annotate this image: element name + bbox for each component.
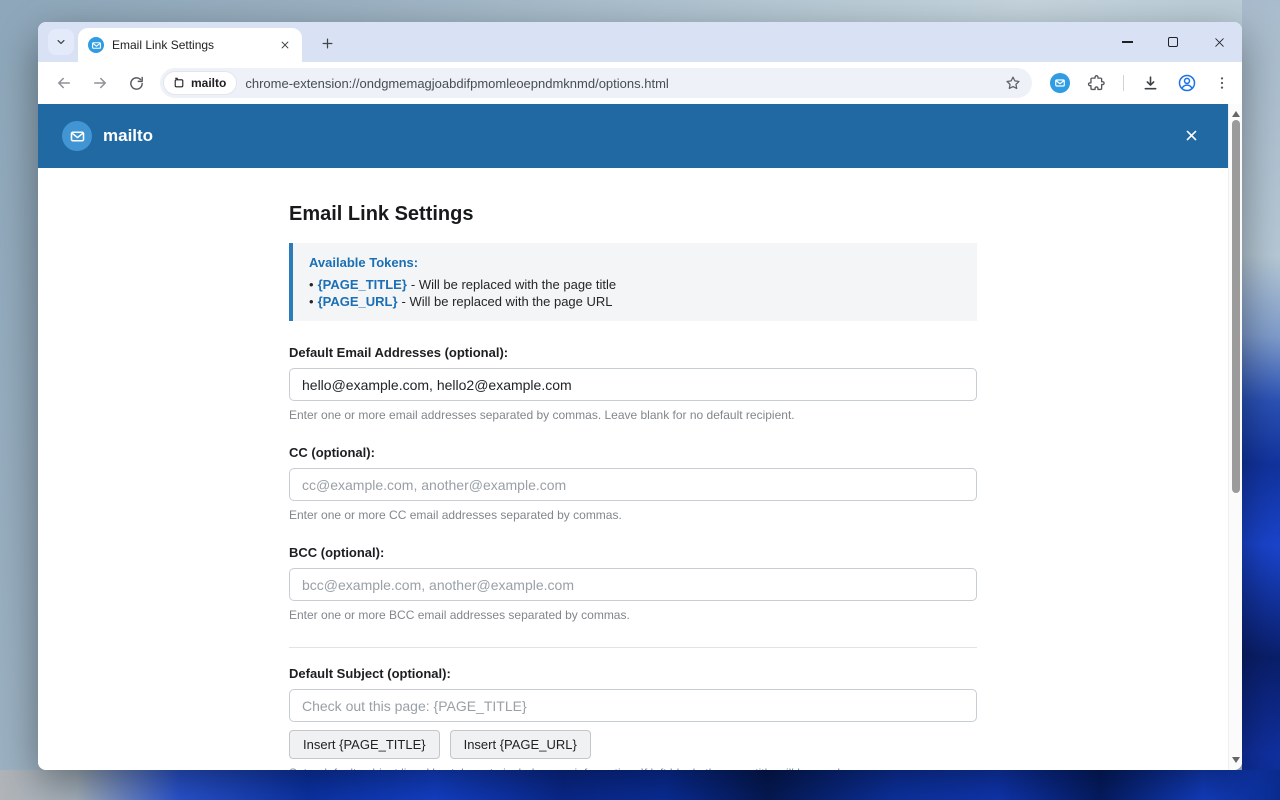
page-title: Email Link Settings [289, 201, 977, 227]
default-subject-input[interactable] [289, 689, 977, 722]
cc-group: CC (optional): Enter one or more CC emai… [289, 445, 977, 523]
tab-title: Email Link Settings [112, 38, 276, 52]
menu-kebab-icon[interactable] [1214, 75, 1230, 91]
page-viewport: mailto Email Link Settings Available Tok… [38, 104, 1242, 770]
address-bar[interactable]: mailto chrome-extension://ondgmemagjoabd… [160, 68, 1032, 98]
cc-help: Enter one or more CC email addresses sep… [289, 508, 977, 523]
bcc-group: BCC (optional): Enter one or more BCC em… [289, 545, 977, 623]
back-button[interactable] [50, 69, 78, 97]
tab-email-link-settings[interactable]: Email Link Settings [78, 28, 302, 62]
extension-chip[interactable]: mailto [164, 72, 236, 94]
default-subject-label: Default Subject (optional): [289, 666, 977, 682]
default-emails-group: Default Email Addresses (optional): Ente… [289, 345, 977, 423]
scrollbar-thumb[interactable] [1232, 120, 1240, 493]
downloads-icon[interactable] [1141, 74, 1160, 93]
forward-arrow-icon [91, 74, 109, 92]
extension-header: mailto [38, 104, 1242, 168]
browser-window: Email Link Settings [38, 22, 1242, 770]
cc-input[interactable] [289, 468, 977, 501]
window-close-button[interactable] [1196, 22, 1242, 62]
available-tokens-box: Available Tokens: •{PAGE_TITLE}- Will be… [289, 243, 977, 321]
new-tab-button[interactable] [314, 30, 340, 56]
reload-icon [128, 75, 145, 92]
browser-toolbar: mailto chrome-extension://ondgmemagjoabd… [38, 62, 1242, 104]
forward-button[interactable] [86, 69, 114, 97]
header-close-icon[interactable] [1178, 122, 1204, 148]
default-emails-input[interactable] [289, 368, 977, 401]
bookmark-star-icon[interactable] [1002, 72, 1024, 94]
url-text: chrome-extension://ondgmemagjoabdifpmoml… [245, 76, 1002, 91]
brand-name: mailto [103, 126, 153, 146]
tab-search-button[interactable] [48, 29, 74, 55]
default-emails-help: Enter one or more email addresses separa… [289, 408, 977, 423]
bcc-help: Enter one or more BCC email addresses se… [289, 608, 977, 623]
desktop-wallpaper: Email Link Settings [0, 0, 1280, 800]
tab-close-icon[interactable] [276, 36, 294, 54]
token-description: - Will be replaced with the page title [411, 277, 616, 292]
toolbar-separator [1123, 75, 1124, 91]
close-icon [1213, 36, 1226, 49]
mailto-extension-icon[interactable] [1050, 73, 1070, 93]
insert-page-url-button[interactable]: Insert {PAGE_URL} [450, 730, 591, 759]
page-scrollbar[interactable] [1228, 104, 1242, 770]
cc-label: CC (optional): [289, 445, 977, 461]
window-maximize-button[interactable] [1150, 22, 1196, 62]
insert-token-buttons: Insert {PAGE_TITLE} Insert {PAGE_URL} [289, 730, 977, 759]
scroll-up-icon[interactable] [1232, 111, 1240, 117]
reload-button[interactable] [122, 69, 150, 97]
plus-icon [320, 36, 335, 51]
default-emails-label: Default Email Addresses (optional): [289, 345, 977, 361]
token-item-page-url: •{PAGE_URL}- Will be replaced with the p… [309, 293, 961, 310]
mailto-logo-icon [62, 121, 92, 151]
section-divider [289, 647, 977, 648]
minimize-icon [1122, 41, 1133, 42]
insert-page-title-button[interactable]: Insert {PAGE_TITLE} [289, 730, 440, 759]
scroll-down-icon[interactable] [1232, 757, 1240, 763]
chevron-down-icon [54, 35, 68, 49]
settings-form: Email Link Settings Available Tokens: •{… [289, 168, 977, 770]
back-arrow-icon [55, 74, 73, 92]
profile-icon[interactable] [1177, 73, 1197, 93]
token-description: - Will be replaced with the page URL [402, 294, 613, 309]
mailto-favicon-icon [88, 37, 104, 53]
tokens-heading: Available Tokens: [309, 254, 961, 272]
token-item-page-title: •{PAGE_TITLE}- Will be replaced with the… [309, 276, 961, 293]
wallpaper-bottom-strip [0, 770, 1280, 800]
extension-chip-icon [172, 76, 186, 90]
bcc-label: BCC (optional): [289, 545, 977, 561]
window-minimize-button[interactable] [1104, 22, 1150, 62]
wallpaper-right-strip [1242, 0, 1280, 800]
bcc-input[interactable] [289, 568, 977, 601]
extensions-puzzle-icon[interactable] [1087, 74, 1106, 93]
page-title-token: {PAGE_TITLE} [318, 277, 407, 292]
tab-strip: Email Link Settings [38, 22, 1242, 62]
extension-chip-label: mailto [191, 76, 226, 90]
toolbar-right-icons [1050, 62, 1230, 104]
default-subject-group: Default Subject (optional): Insert {PAGE… [289, 666, 977, 770]
default-subject-help: Set a default subject line. Use tokens t… [289, 766, 977, 770]
window-controls [1104, 22, 1242, 62]
maximize-icon [1168, 37, 1178, 47]
page-url-token: {PAGE_URL} [318, 294, 398, 309]
